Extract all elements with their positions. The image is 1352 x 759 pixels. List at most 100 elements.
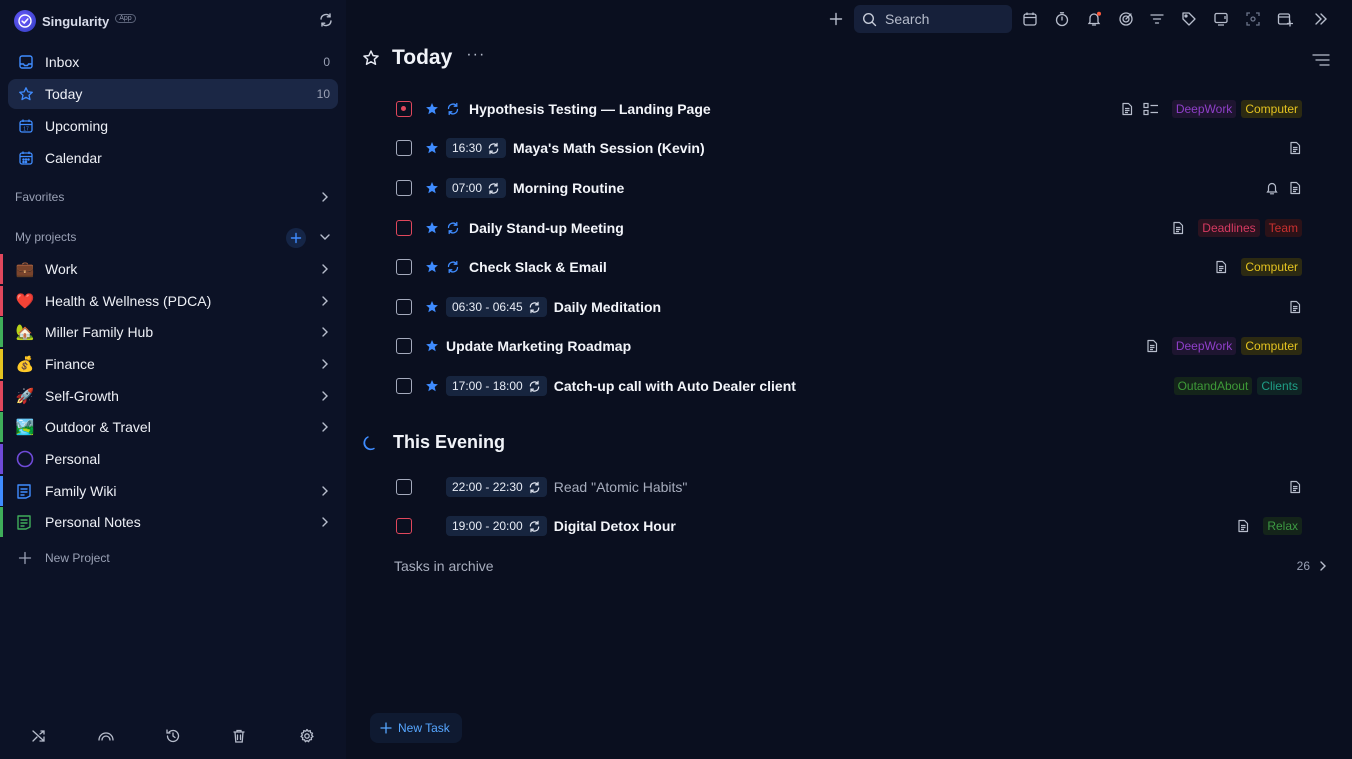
favorites-chevron-icon[interactable] xyxy=(318,190,332,204)
task-checkbox[interactable] xyxy=(396,479,412,495)
rainbow-icon[interactable] xyxy=(96,726,116,746)
project-item[interactable]: 🚀 Self-Growth xyxy=(0,381,346,411)
project-item[interactable]: 🏡 Miller Family Hub xyxy=(0,317,346,347)
project-item[interactable]: Personal xyxy=(0,444,346,474)
task-time-badge[interactable]: 07:00 xyxy=(446,178,507,198)
nav-inbox[interactable]: Inbox 0 xyxy=(8,47,338,77)
notifications-bell-icon[interactable] xyxy=(1084,9,1104,29)
more-options-icon[interactable]: ··· xyxy=(466,46,485,64)
task-time-badge[interactable]: 19:00 - 20:00 xyxy=(446,516,547,536)
task-row[interactable]: 07:00 Morning Routine xyxy=(396,173,1306,203)
project-item[interactable]: 💼 Work xyxy=(0,254,346,284)
task-tag[interactable]: Deadlines xyxy=(1198,219,1260,237)
task-title[interactable]: Digital Detox Hour xyxy=(554,518,676,534)
task-title[interactable]: Update Marketing Roadmap xyxy=(446,338,631,354)
task-row[interactable]: 16:30 Maya's Math Session (Kevin) xyxy=(396,133,1306,163)
task-checkbox[interactable] xyxy=(396,299,412,315)
search-box[interactable] xyxy=(854,5,1012,33)
trash-icon[interactable] xyxy=(229,726,249,746)
task-tag[interactable]: Computer xyxy=(1241,100,1302,118)
board-view-icon[interactable] xyxy=(1211,9,1231,29)
task-title[interactable]: Morning Routine xyxy=(513,180,624,196)
task-time-badge[interactable]: 17:00 - 18:00 xyxy=(446,376,547,396)
add-task-plus-icon[interactable] xyxy=(826,9,846,29)
nav-today[interactable]: Today 10 xyxy=(8,79,338,109)
task-checkbox[interactable] xyxy=(396,101,412,117)
task-title[interactable]: Hypothesis Testing — Landing Page xyxy=(469,101,711,117)
focus-target-icon[interactable] xyxy=(1116,9,1136,29)
timer-icon[interactable] xyxy=(1052,9,1072,29)
plus-icon xyxy=(380,722,392,734)
new-task-button[interactable]: New Task xyxy=(370,713,462,743)
task-title[interactable]: Daily Stand-up Meeting xyxy=(469,220,624,236)
sync-icon[interactable] xyxy=(316,10,336,30)
project-item[interactable]: 💰 Finance xyxy=(0,349,346,379)
search-input[interactable] xyxy=(885,11,1005,27)
task-title[interactable]: Maya's Math Session (Kevin) xyxy=(513,140,705,156)
page-title: Today xyxy=(392,46,453,69)
repeat-icon xyxy=(529,301,540,313)
task-tag[interactable]: DeepWork xyxy=(1171,337,1237,355)
task-checkbox[interactable] xyxy=(396,338,412,354)
task-title[interactable]: Catch-up call with Auto Dealer client xyxy=(554,378,796,394)
tag-icon[interactable] xyxy=(1179,9,1199,29)
project-item[interactable]: ❤️ Health & Wellness (PDCA) xyxy=(0,286,346,316)
task-tag[interactable]: Clients xyxy=(1257,377,1302,395)
task-row[interactable]: 06:30 - 06:45 Daily Meditation xyxy=(396,292,1306,322)
sort-icon[interactable] xyxy=(1312,52,1330,68)
task-tag[interactable]: OutandAbout xyxy=(1173,377,1253,395)
task-row[interactable]: Daily Stand-up Meeting Deadlines Team xyxy=(396,213,1306,243)
archive-label: Tasks in archive xyxy=(394,558,494,574)
task-checkbox[interactable] xyxy=(396,259,412,275)
project-color-bar xyxy=(0,381,3,411)
task-time-badge[interactable]: 16:30 xyxy=(446,138,507,158)
task-checkbox[interactable] xyxy=(396,378,412,394)
task-title[interactable]: Check Slack & Email xyxy=(469,259,607,275)
app-brand[interactable]: Singularity App xyxy=(14,10,136,32)
filter-icon[interactable] xyxy=(1147,9,1167,29)
projects-header[interactable]: My projects xyxy=(15,230,76,244)
task-title[interactable]: Daily Meditation xyxy=(554,299,661,315)
focus-mode-icon[interactable] xyxy=(1243,9,1263,29)
task-tag[interactable]: Computer xyxy=(1241,258,1302,276)
task-title[interactable]: Read "Atomic Habits" xyxy=(554,479,688,495)
task-row[interactable]: Update Marketing Roadmap DeepWork Computer xyxy=(396,331,1306,361)
task-checkbox[interactable] xyxy=(396,220,412,236)
task-row[interactable]: Hypothesis Testing — Landing Page DeepWor… xyxy=(396,94,1306,124)
project-label: Finance xyxy=(45,356,95,372)
project-item[interactable]: Family Wiki xyxy=(0,476,346,506)
task-row[interactable]: 22:00 - 22:30 Read "Atomic Habits" xyxy=(396,472,1306,502)
task-checkbox[interactable] xyxy=(396,140,412,156)
nav-upcoming[interactable]: 17 Upcoming xyxy=(8,111,338,141)
nav-calendar[interactable]: Calendar xyxy=(8,143,338,173)
project-chevron-icon xyxy=(322,422,328,432)
project-item[interactable]: 🏞️ Outdoor & Travel xyxy=(0,412,346,442)
add-project-icon[interactable] xyxy=(286,228,306,248)
collapse-panel-icon[interactable] xyxy=(1311,9,1331,29)
favorites-header[interactable]: Favorites xyxy=(15,190,64,204)
settings-gear-icon[interactable] xyxy=(297,726,317,746)
tasks-in-archive[interactable]: Tasks in archive 26 xyxy=(394,556,1334,576)
shuffle-icon[interactable] xyxy=(29,726,49,746)
project-item[interactable]: Personal Notes xyxy=(0,507,346,537)
new-window-icon[interactable] xyxy=(1275,9,1295,29)
projects-chevron-down-icon[interactable] xyxy=(318,230,332,244)
task-time-badge[interactable]: 22:00 - 22:30 xyxy=(446,477,547,497)
project-color-bar xyxy=(0,507,3,537)
calendar-view-icon[interactable] xyxy=(1020,9,1040,29)
project-chevron-icon xyxy=(322,296,328,306)
task-time: 07:00 xyxy=(452,181,483,195)
new-project-button[interactable]: New Project xyxy=(18,551,110,565)
task-time-badge[interactable]: 06:30 - 06:45 xyxy=(446,297,547,317)
task-checkbox[interactable] xyxy=(396,180,412,196)
task-row[interactable]: 17:00 - 18:00 Catch-up call with Auto Dea… xyxy=(396,371,1306,401)
task-tag[interactable]: Team xyxy=(1264,219,1302,237)
task-row[interactable]: Check Slack & Email Computer xyxy=(396,252,1306,282)
note-icon xyxy=(1288,300,1302,314)
task-tag[interactable]: Relax xyxy=(1263,517,1302,535)
task-checkbox[interactable] xyxy=(396,518,412,534)
task-tag[interactable]: DeepWork xyxy=(1171,100,1237,118)
task-tag[interactable]: Computer xyxy=(1241,337,1302,355)
history-icon[interactable] xyxy=(163,726,183,746)
task-row[interactable]: 19:00 - 20:00 Digital Detox Hour Relax xyxy=(396,511,1306,541)
